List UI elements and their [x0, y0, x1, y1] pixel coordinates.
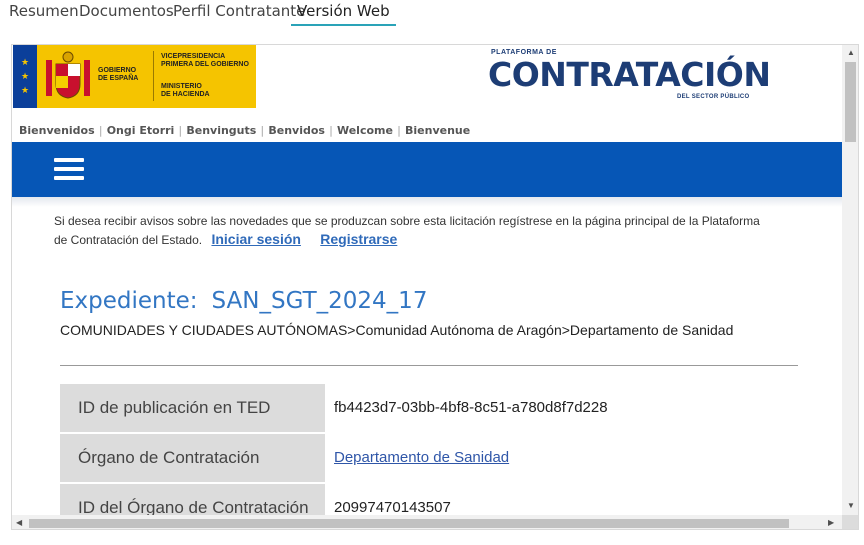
vicepresidencia-text: VICEPRESIDENCIA PRIMERA DEL GOBIERNO	[161, 53, 249, 68]
logo-divider	[153, 51, 154, 101]
vertical-scroll-thumb[interactable]	[845, 62, 856, 142]
nav-bar-shadow	[12, 197, 842, 207]
gobierno-logo[interactable]: ★ ★ ★ GOBIERNO DE ESPAÑA VICEPRESIDENCIA…	[13, 45, 256, 108]
vertical-scrollbar[interactable]: ▲ ▼	[842, 45, 858, 515]
detail-value: fb4423d7-03bb-4bf8-8c51-a780d8f7d228	[334, 399, 608, 416]
tab-documentos[interactable]: Documentos	[79, 2, 174, 20]
scroll-left-arrow-icon[interactable]: ◀	[16, 518, 22, 527]
register-link[interactable]: Registrarse	[320, 231, 397, 247]
login-link[interactable]: Iniciar sesión	[211, 231, 300, 247]
divider	[60, 365, 798, 366]
detail-row: Órgano de Contratación Departamento de S…	[60, 434, 800, 482]
scroll-right-arrow-icon[interactable]: ▶	[828, 518, 834, 527]
tab-version-web[interactable]: Versión Web	[291, 2, 396, 26]
organo-contratacion-link[interactable]: Departamento de Sanidad	[334, 434, 509, 482]
lang-link-en[interactable]: Welcome	[337, 124, 393, 137]
lang-link-gl[interactable]: Benvidos	[268, 124, 325, 137]
tab-bar: Resumen Documentos Perfil Contratante Ve…	[0, 0, 864, 30]
horizontal-scroll-thumb[interactable]	[29, 519, 789, 528]
eu-flag-icon: ★ ★ ★	[13, 45, 37, 108]
plataforma-logo-sub: DEL SECTOR PÚBLICO	[677, 94, 750, 100]
tab-perfil-contratante[interactable]: Perfil Contratante	[173, 2, 305, 20]
hamburger-menu-icon[interactable]	[54, 158, 84, 180]
coat-of-arms-icon	[46, 51, 90, 99]
organization-breadcrumb: COMUNIDADES Y CIUDADES AUTÓNOMAS>Comunid…	[60, 322, 734, 338]
notice-text: Si desea recibir avisos sobre las noveda…	[54, 214, 760, 247]
expediente-label: Expediente:	[60, 288, 198, 314]
expediente-value: SAN_SGT_2024_17	[211, 288, 428, 314]
ministerio-text: MINISTERIO DE HACIENDA	[161, 83, 210, 98]
lang-link-es[interactable]: Bienvenidos	[19, 124, 95, 137]
web-view-frame: ★ ★ ★ GOBIERNO DE ESPAÑA VICEPRESIDENCIA…	[11, 44, 859, 530]
nav-bar	[12, 142, 842, 197]
detail-key: Órgano de Contratación	[60, 434, 325, 482]
tab-resumen[interactable]: Resumen	[9, 2, 79, 20]
horizontal-scrollbar[interactable]: ◀ ▶	[12, 515, 842, 529]
plataforma-logo-main: CONTRATACIÓN	[488, 55, 771, 94]
scroll-up-arrow-icon[interactable]: ▲	[847, 48, 855, 57]
expediente-title: Expediente: SAN_SGT_2024_17	[60, 288, 427, 314]
lang-link-ca[interactable]: Benvinguts	[186, 124, 256, 137]
scrollbar-corner	[842, 515, 858, 529]
detail-row: ID de publicación en TED fb4423d7-03bb-4…	[60, 384, 800, 432]
gobierno-text: GOBIERNO DE ESPAÑA	[98, 67, 139, 82]
language-links: Bienvenidos | Ongi Etorri | Benvinguts | Benvi…	[19, 124, 471, 137]
detail-key: ID de publicación en TED	[60, 384, 325, 432]
scroll-down-arrow-icon[interactable]: ▼	[847, 501, 855, 510]
lang-link-eu[interactable]: Ongi Etorri	[107, 124, 175, 137]
lang-link-fr[interactable]: Bienvenue	[405, 124, 470, 137]
